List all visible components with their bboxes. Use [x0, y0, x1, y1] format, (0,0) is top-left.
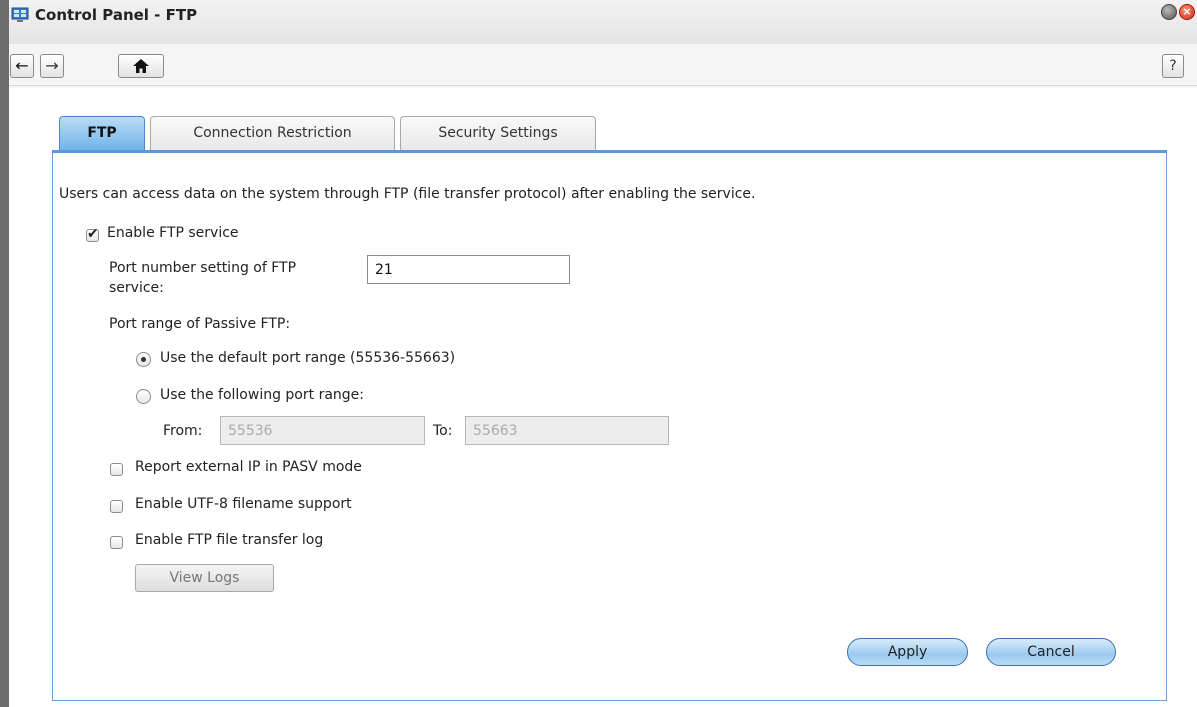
port-number-label-line2: service:	[109, 280, 164, 296]
default-range-label: Use the default port range (55536-55663)	[160, 350, 456, 366]
back-arrow-icon: ←	[15, 56, 29, 75]
report-external-ip-label: Report external IP in PASV mode	[135, 459, 362, 475]
home-button[interactable]	[118, 54, 164, 78]
port-number-input[interactable]	[367, 255, 570, 284]
tab-connection-restriction[interactable]: Connection Restriction	[150, 116, 395, 150]
home-icon	[133, 59, 149, 73]
tab-security-settings[interactable]: Security Settings	[400, 116, 596, 150]
content-area: FTP Connection Restriction Security Sett…	[9, 88, 1197, 707]
from-port-input[interactable]	[220, 416, 425, 445]
tab-ftp[interactable]: FTP	[59, 116, 145, 151]
control-panel-icon	[11, 7, 29, 22]
enable-ftp-checkbox[interactable]	[86, 226, 99, 242]
to-port-input[interactable]	[465, 416, 669, 445]
window-title: Control Panel - FTP	[35, 6, 198, 24]
apply-button[interactable]: Apply	[847, 638, 968, 666]
port-number-label-line1: Port number setting of FTP	[109, 260, 297, 276]
help-button[interactable]: ?	[1162, 54, 1184, 78]
back-button[interactable]: ←	[10, 54, 34, 78]
transfer-log-checkbox[interactable]	[110, 536, 123, 549]
minimize-icon[interactable]	[1161, 4, 1177, 20]
from-label: From:	[163, 423, 203, 439]
utf8-support-label: Enable UTF-8 filename support	[135, 496, 352, 512]
enable-ftp-label: Enable FTP service	[107, 225, 239, 241]
forward-button[interactable]: →	[40, 54, 64, 78]
transfer-log-label: Enable FTP file transfer log	[135, 532, 324, 548]
title-bar: Control Panel - FTP ×	[9, 0, 1197, 44]
default-range-radio[interactable]	[136, 352, 151, 367]
custom-range-label: Use the following port range:	[160, 387, 364, 403]
passive-range-label: Port range of Passive FTP:	[109, 316, 291, 332]
cancel-button[interactable]: Cancel	[986, 638, 1116, 666]
report-external-ip-checkbox[interactable]	[110, 463, 123, 476]
control-panel-window: Control Panel - FTP × ← → ? FTP Connecti…	[0, 0, 1197, 707]
utf8-support-checkbox[interactable]	[110, 500, 123, 513]
close-icon[interactable]: ×	[1179, 4, 1195, 20]
toolbar: ← → ?	[9, 50, 1197, 86]
to-label: To:	[433, 423, 453, 439]
ftp-description: Users can access data on the system thro…	[59, 186, 756, 202]
custom-range-radio[interactable]	[136, 389, 151, 404]
forward-arrow-icon: →	[45, 56, 59, 75]
view-logs-button[interactable]: View Logs	[135, 564, 274, 592]
